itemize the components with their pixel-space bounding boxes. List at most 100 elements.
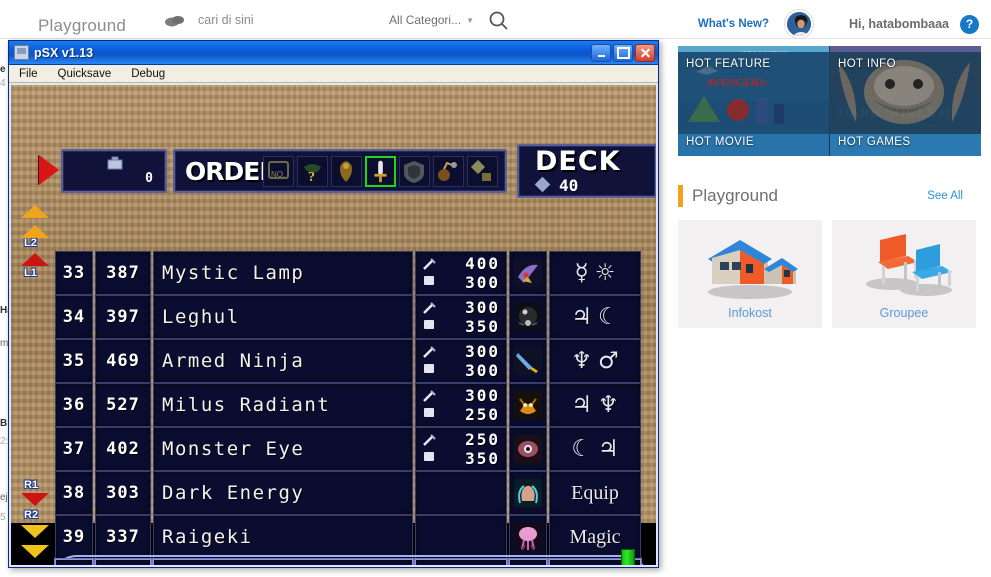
card-number: 37 — [55, 427, 93, 471]
table-row[interactable]: 34 397 Leghul 300 350 ♃ ☾ — [55, 295, 643, 339]
list-scrollbar-thumb[interactable] — [621, 549, 635, 565]
hot-games-label: HOT GAMES — [838, 136, 911, 148]
pad-r2-down-icon — [21, 525, 49, 538]
guardian-star-1: ♆ — [571, 347, 592, 374]
window-titlebar[interactable]: pSX v1.13 — [9, 41, 658, 65]
card-number: 33 — [55, 251, 93, 295]
order-icon-shield[interactable] — [399, 156, 430, 187]
card-number: 36 — [55, 383, 93, 427]
pad-label-r1: R1 — [24, 479, 39, 491]
pad-r1-down-icon — [21, 493, 49, 506]
maximize-button[interactable] — [613, 43, 633, 62]
close-button[interactable] — [635, 43, 655, 62]
whats-new-link[interactable]: What's New? — [698, 18, 769, 30]
card-number-text: 35 — [62, 351, 86, 371]
order-icon-row: NO. ? — [263, 156, 498, 187]
guardian-star-2: ♆ — [598, 391, 619, 418]
card-thumbnail — [509, 471, 547, 515]
card-list[interactable]: 33 387 Mystic Lamp 400 300 ☿ ☼ 34 397 Le… — [51, 251, 649, 565]
order-icon-potion[interactable] — [433, 156, 464, 187]
card-id-text: 527 — [106, 395, 140, 415]
card-name: Dark Energy — [153, 471, 413, 515]
table-row[interactable]: 35 469 Armed Ninja 300 300 ♆ ♂ — [55, 339, 643, 383]
card-id: 335 — [95, 559, 151, 565]
menu-debug[interactable]: Debug — [131, 68, 165, 80]
app-icon — [14, 45, 29, 60]
playground-card-groupee[interactable]: Groupee — [832, 220, 976, 328]
shield-icon — [424, 408, 434, 417]
card-type-text: Equip — [571, 481, 619, 504]
card-id: 397 — [95, 295, 151, 339]
deck-label: DECK — [535, 146, 621, 177]
card-art — [514, 391, 542, 419]
card-thumbnail — [509, 427, 547, 471]
minimize-button[interactable] — [591, 43, 611, 62]
sword-icon — [423, 389, 436, 402]
table-row[interactable]: 36 527 Milus Radiant 300 250 ♃ ♆ — [55, 383, 643, 427]
card-number-text: 33 — [62, 263, 86, 283]
briefcase-icon — [107, 156, 123, 170]
card-name-text: Milus Radiant — [162, 394, 331, 416]
pad-label-r2: R2 — [24, 509, 39, 521]
table-row[interactable]: 33 387 Mystic Lamp 400 300 ☿ ☼ — [55, 251, 643, 295]
order-panel: ORDER NO. ? — [173, 149, 507, 193]
pad-r2-down2-icon — [21, 545, 49, 558]
table-row[interactable]: 39 337 Raigeki Magic — [55, 515, 643, 559]
guardian-star-1: ♃ — [571, 391, 592, 418]
card-guardian-stars: ☾ ♃ — [549, 427, 641, 471]
card-name-text: Monster Eye — [162, 438, 305, 460]
shield-icon — [424, 364, 434, 373]
table-row-selected[interactable]: 40 335 Yami Magic — [51, 549, 649, 565]
card-guardian-stars: ☿ ☼ — [549, 251, 641, 295]
table-row[interactable]: 37 402 Monster Eye 250 350 ☾ ♃ — [55, 427, 643, 471]
card-id: 337 — [95, 515, 151, 559]
playground-card-infokost[interactable]: Infokost — [678, 220, 822, 328]
order-icon-no[interactable]: NO. — [263, 156, 294, 187]
hot-info-label: HOT INFO — [838, 58, 896, 70]
card-number: 38 — [55, 471, 93, 515]
card-id: 402 — [95, 427, 151, 471]
game-viewport[interactable]: L2 L1 R1 R2 0 ORDER NO. ? DECK 40 33 387… — [11, 85, 656, 565]
back-arrow-icon[interactable] — [39, 155, 59, 185]
hot-banner-grid[interactable]: UNTUK DAN TEMAN MARATHON — [678, 46, 981, 156]
category-dropdown[interactable]: All Categori... ▼ — [389, 13, 474, 27]
site-logo[interactable]: Playground — [38, 16, 126, 36]
card-art — [514, 347, 542, 375]
menu-file[interactable]: File — [19, 68, 38, 80]
card-number-text: 38 — [62, 483, 86, 503]
help-icon[interactable]: ? — [960, 15, 979, 34]
table-row[interactable]: 38 303 Dark Energy Equip — [55, 471, 643, 515]
card-type-text: Magic — [569, 525, 621, 548]
card-type: Equip — [549, 471, 641, 515]
order-icon-monster[interactable] — [331, 156, 362, 187]
order-icon-sword[interactable] — [365, 156, 396, 187]
order-icon-scroll[interactable] — [467, 156, 498, 187]
search-box[interactable]: All Categori... ▼ — [190, 7, 520, 33]
menu-quicksave[interactable]: Quicksave — [58, 68, 112, 80]
card-stats — [415, 471, 507, 515]
card-id: 469 — [95, 339, 151, 383]
order-icon-question[interactable]: ? — [297, 156, 328, 187]
card-name: Leghul — [153, 295, 413, 339]
see-all-link[interactable]: See All — [927, 190, 963, 202]
search-icon[interactable] — [488, 10, 510, 32]
pad-label-l2: L2 — [24, 237, 37, 249]
emulator-window[interactable]: pSX v1.13 File Quicksave Debug L2 L1 R1 … — [8, 40, 659, 568]
search-input[interactable] — [190, 13, 390, 27]
card-def: 350 — [465, 317, 500, 336]
card-thumbnail — [509, 251, 547, 295]
svg-text:AVENGERS: AVENGERS — [706, 77, 766, 89]
svg-text:NO.: NO. — [271, 170, 285, 179]
hot-feature-label: HOT FEATURE — [686, 58, 771, 70]
playground-card-grid: Infokost Groupee — [678, 220, 983, 328]
card-def: 300 — [465, 273, 500, 292]
card-number: 35 — [55, 339, 93, 383]
card-id-text: 402 — [106, 439, 140, 459]
avatar[interactable] — [785, 10, 813, 38]
bag-panel[interactable]: 0 — [61, 149, 167, 193]
card-name: Armed Ninja — [153, 339, 413, 383]
card-name: Yami — [153, 559, 413, 565]
chairs-icon — [866, 234, 952, 296]
shield-icon — [424, 320, 434, 329]
sword-icon — [423, 257, 436, 270]
